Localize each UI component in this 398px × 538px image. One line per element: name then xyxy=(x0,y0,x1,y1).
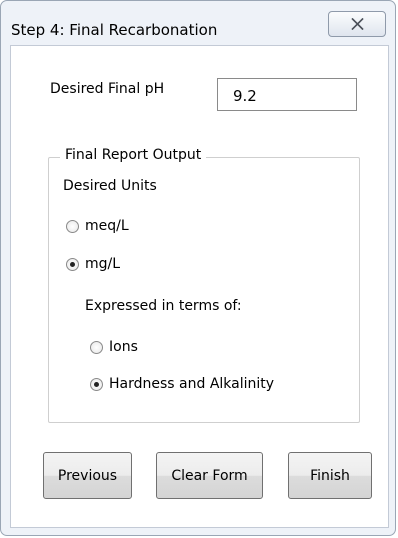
radio-icon xyxy=(66,219,79,233)
radio-mg-l[interactable]: mg/L xyxy=(66,256,120,272)
close-button[interactable] xyxy=(328,11,386,37)
window-title: Step 4: Final Recarbonation xyxy=(11,21,218,39)
radio-ions[interactable]: Ions xyxy=(90,339,138,355)
radio-label-mg-l: mg/L xyxy=(85,256,121,272)
radio-label-ions: Ions xyxy=(109,339,138,355)
radio-icon xyxy=(90,340,103,354)
finish-button[interactable]: Finish xyxy=(288,452,372,499)
desired-units-label: Desired Units xyxy=(63,178,157,194)
radio-label-hardness-alkalinity: Hardness and Alkalinity xyxy=(109,376,275,392)
groupbox-title: Final Report Output xyxy=(60,147,207,163)
title-bar[interactable]: Step 4: Final Recarbonation xyxy=(1,1,397,45)
dialog-window: Step 4: Final Recarbonation Desired Fina… xyxy=(0,0,398,538)
ph-input[interactable] xyxy=(217,78,357,111)
expressed-in-terms-label: Expressed in terms of: xyxy=(85,298,242,314)
ph-label: Desired Final pH xyxy=(50,81,165,97)
previous-button[interactable]: Previous xyxy=(43,452,132,499)
clear-form-button[interactable]: Clear Form xyxy=(156,452,263,499)
radio-hardness-alkalinity[interactable]: Hardness and Alkalinity xyxy=(90,376,274,392)
radio-selected-icon xyxy=(90,377,103,391)
radio-meq-l[interactable]: meq/L xyxy=(66,218,129,234)
radio-selected-icon xyxy=(66,257,79,271)
close-x-icon xyxy=(351,18,364,30)
radio-label-meq-l: meq/L xyxy=(85,218,129,234)
